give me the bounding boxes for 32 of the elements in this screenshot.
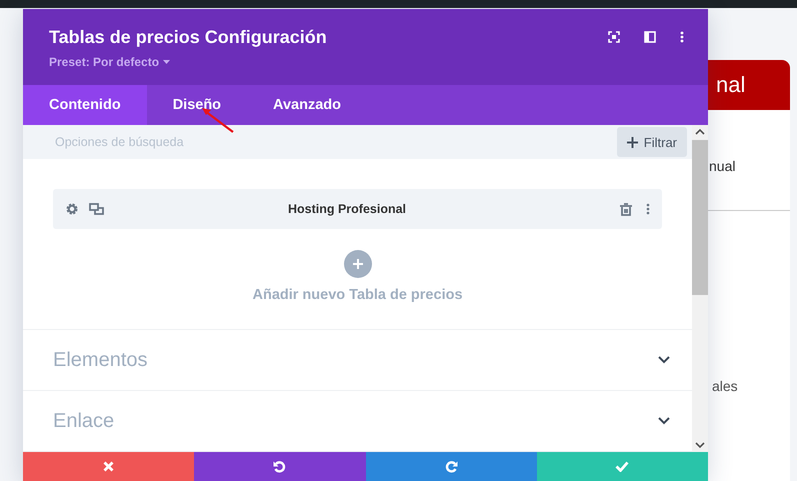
card-text: ales — [712, 378, 738, 394]
more-options-icon[interactable] — [680, 31, 684, 43]
filter-button[interactable]: Filtrar — [616, 127, 687, 157]
tab[interactable]: Diseño — [146, 85, 248, 125]
trash-icon[interactable] — [620, 202, 632, 216]
more-options-icon[interactable] — [646, 203, 650, 215]
card-text: nual — [709, 158, 736, 174]
fullscreen-icon[interactable] — [608, 31, 620, 43]
chevron-down-icon[interactable] — [658, 356, 670, 364]
check-icon — [615, 461, 630, 472]
item-label: Hosting Profesional — [286, 202, 408, 216]
modal-title: Tablas de precios Configuración — [49, 27, 327, 48]
settings-icon[interactable] — [65, 202, 79, 216]
chevron-down-icon[interactable] — [658, 417, 670, 425]
duplicate-icon[interactable] — [89, 202, 104, 216]
tab[interactable]: Avanzado — [247, 85, 367, 125]
preset-dropdown[interactable]: Preset: Por defecto — [49, 55, 327, 69]
card-heading: nal — [716, 72, 746, 98]
search-field[interactable]: Opciones de búsqueda — [53, 134, 357, 150]
caret-icon — [163, 60, 170, 64]
list-item[interactable]: Hosting Profesional — [53, 189, 662, 229]
split-view-icon[interactable] — [644, 31, 656, 43]
scrollbar[interactable] — [692, 125, 708, 452]
undo-icon — [273, 460, 286, 473]
scroll-down-icon[interactable] — [695, 441, 705, 449]
redo-icon — [444, 460, 458, 473]
tab[interactable]: Contenido — [23, 85, 147, 125]
add-button[interactable] — [344, 250, 372, 278]
scroll-up-icon[interactable] — [695, 128, 705, 136]
close-icon — [103, 461, 114, 472]
plus-icon — [352, 259, 362, 269]
plus-icon — [626, 136, 638, 148]
